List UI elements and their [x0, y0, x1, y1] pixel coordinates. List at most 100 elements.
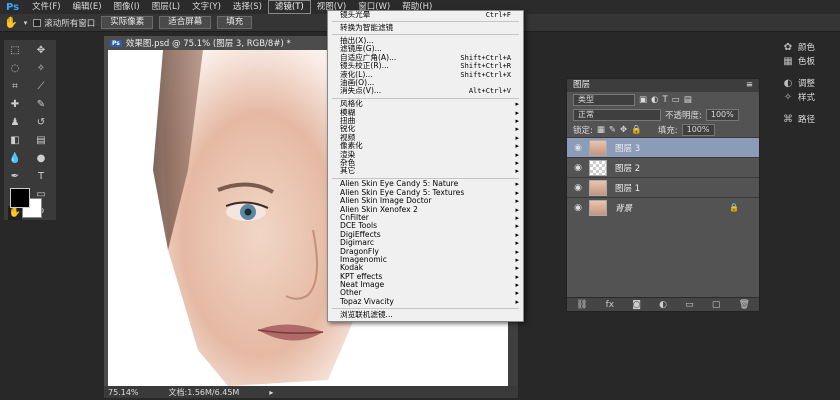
adjustments-panel-button[interactable]: ◐ 调整	[778, 76, 840, 90]
healing-brush-tool-icon[interactable]: ✚	[8, 98, 22, 112]
menu-select[interactable]: 选择(S)	[227, 0, 268, 14]
history-brush-tool-icon[interactable]: ↺	[34, 116, 48, 130]
layer-name: 图层 1	[615, 183, 641, 194]
document-tab[interactable]: Ps 效果图.psd @ 75.1% (图层 3, RGB/8#) *	[104, 36, 297, 50]
status-bar: 75.14% 文档:1.56M/6.45M ▸	[104, 386, 518, 398]
blur-tool-icon[interactable]: 💧	[8, 152, 22, 166]
color-panel-button[interactable]: ✿ 颜色	[778, 40, 840, 54]
layers-footer: ⛓ fx ◙ ◐ ▭ ▢ 🗑	[567, 297, 759, 311]
menu-file[interactable]: 文件(F)	[26, 0, 67, 14]
actual-pixels-button[interactable]: 实际像素	[101, 16, 154, 29]
filter-noise[interactable]: 杂色	[328, 158, 523, 168]
blend-mode-select[interactable]: 正常	[573, 108, 661, 121]
opacity-input[interactable]: 100%	[705, 108, 739, 121]
filter-smart-icon[interactable]: ▤	[684, 95, 692, 105]
new-group-icon[interactable]: ▭	[685, 300, 694, 310]
layer-style-icon[interactable]: fx	[606, 300, 615, 310]
layer-mask-icon[interactable]: ◙	[632, 300, 641, 310]
layer-thumbnail	[589, 179, 607, 196]
eyedropper-tool-icon[interactable]: ⟋	[34, 80, 48, 94]
menu-type[interactable]: 文字(Y)	[186, 0, 227, 14]
lock-all-icon[interactable]: 🔒	[631, 125, 642, 135]
filter-pixel-icon[interactable]: ▣	[639, 95, 647, 105]
menu-edit[interactable]: 编辑(E)	[67, 0, 108, 14]
panel-menu-icon[interactable]: ≡	[746, 79, 753, 92]
layer-row[interactable]: ◉ 图层 3	[567, 137, 759, 157]
layers-panel-title[interactable]: 图层	[573, 79, 590, 92]
filter-other[interactable]: 其它	[328, 167, 523, 177]
dodge-tool-icon[interactable]: ●	[34, 152, 48, 166]
status-arrow-icon[interactable]: ▸	[269, 388, 273, 397]
layer-row[interactable]: ◉ 图层 1	[567, 177, 759, 197]
lock-transparent-icon[interactable]: ▦	[597, 125, 605, 135]
pen-tool-icon[interactable]: ✒	[8, 170, 22, 184]
clone-stamp-tool-icon[interactable]: ♟	[8, 116, 22, 130]
filter-render[interactable]: 渲染	[328, 150, 523, 160]
layer-row[interactable]: ◉ 图层 2	[567, 157, 759, 177]
filter-last-filter[interactable]: 镜头光晕 Ctrl+F	[328, 10, 523, 19]
layer-name: 图层 2	[615, 163, 641, 174]
fill-input[interactable]: 100%	[681, 123, 715, 136]
filter-type-icon[interactable]: T	[662, 95, 667, 105]
fill-screen-button[interactable]: 填充	[217, 16, 253, 29]
menu-filter[interactable]: 滤镜(T)	[267, 0, 311, 14]
scroll-all-label: 滚动所有窗口	[44, 18, 96, 29]
hand-tool-icon: ✋	[4, 16, 18, 29]
menu-layer[interactable]: 图层(L)	[146, 0, 186, 14]
paths-panel-button[interactable]: ⌘ 路径	[778, 112, 840, 126]
filter-blur[interactable]: 模糊	[328, 108, 523, 118]
menu-separator	[332, 308, 519, 310]
marquee-tool-icon[interactable]: ⬚	[8, 44, 22, 58]
layer-filter-row: 类型 ▣ ◐ T ▭ ▤	[567, 92, 759, 107]
gradient-tool-icon[interactable]: ▤	[34, 134, 48, 148]
delete-layer-icon[interactable]: 🗑	[738, 300, 749, 310]
magic-wand-tool-icon[interactable]: ✧	[34, 62, 48, 76]
link-layers-icon[interactable]: ⛓	[576, 300, 587, 310]
filter-sharpen[interactable]: 锐化	[328, 125, 523, 135]
crop-tool-icon[interactable]: ⌗	[8, 80, 22, 94]
move-tool-icon[interactable]: ✥	[34, 44, 48, 58]
grid-icon: ▦	[783, 55, 793, 67]
type-tool-icon[interactable]: T	[34, 170, 48, 184]
adjustment-layer-icon[interactable]: ◐	[659, 300, 667, 310]
filter-plugin-item[interactable]: Topaz Vivacity	[328, 297, 523, 307]
eraser-tool-icon[interactable]: ◧	[8, 134, 22, 148]
brush-tool-icon[interactable]: ✎	[34, 98, 48, 112]
filter-stylize[interactable]: 风格化	[328, 99, 523, 109]
layer-name: 图层 3	[615, 143, 641, 154]
fit-screen-button[interactable]: 适合屏幕	[159, 16, 212, 29]
scroll-all-windows-checkbox[interactable]: 滚动所有窗口	[33, 17, 95, 29]
filter-menu-dropdown: 镜头光晕 Ctrl+F 转换为智能滤镜 抽出(X)... 滤镜库(G)... 自适…	[327, 10, 524, 322]
checkbox-box	[33, 18, 42, 27]
styles-icon: ✧	[783, 91, 793, 103]
foreground-color-swatch[interactable]	[10, 188, 30, 208]
filter-pixelate[interactable]: 像素化	[328, 141, 523, 151]
layer-lock-icon: 🔒	[729, 203, 739, 212]
swatches-panel-button[interactable]: ▦ 色板	[778, 54, 840, 68]
visibility-eye-icon[interactable]: ◉	[567, 183, 589, 193]
new-layer-icon[interactable]: ▢	[712, 300, 721, 310]
visibility-eye-icon[interactable]: ◉	[567, 203, 589, 213]
filter-distort[interactable]: 扭曲	[328, 116, 523, 126]
visibility-eye-icon[interactable]: ◉	[567, 143, 589, 153]
hand-tool-icon[interactable]: ✋	[8, 206, 22, 220]
filter-browse-online[interactable]: 浏览联机滤镜...	[328, 310, 523, 319]
document-tab-title: 效果图.psd @ 75.1% (图层 3, RGB/8#) *	[125, 39, 291, 49]
layer-name: 背景	[615, 203, 633, 214]
zoom-level[interactable]: 75.14%	[108, 388, 139, 397]
filter-convert-smart[interactable]: 转换为智能滤镜	[328, 23, 523, 32]
filter-shape-icon[interactable]: ▭	[672, 95, 680, 105]
lasso-tool-icon[interactable]: ◌	[8, 62, 22, 76]
lock-position-icon[interactable]: ✥	[620, 125, 627, 135]
filter-vanishing-point[interactable]: 消失点(V)... Alt+Ctrl+V	[328, 86, 523, 95]
menu-image[interactable]: 图像(I)	[108, 0, 146, 14]
styles-panel-button[interactable]: ✧ 样式	[778, 90, 840, 104]
layer-row[interactable]: ◉ 背景 🔒	[567, 197, 759, 217]
filter-adjust-icon[interactable]: ◐	[651, 95, 658, 105]
tool-preset-arrow-icon[interactable]: ▾	[24, 19, 28, 27]
lock-image-icon[interactable]: ✎	[609, 125, 616, 135]
layers-panel-header: 图层 ≡	[567, 79, 759, 92]
layer-filter-select[interactable]: 类型	[573, 93, 635, 106]
right-panel-icons: ✿ 颜色 ▦ 色板 ◐ 调整 ✧ 样式 ⌘ 路径	[778, 40, 840, 126]
visibility-eye-icon[interactable]: ◉	[567, 163, 589, 173]
